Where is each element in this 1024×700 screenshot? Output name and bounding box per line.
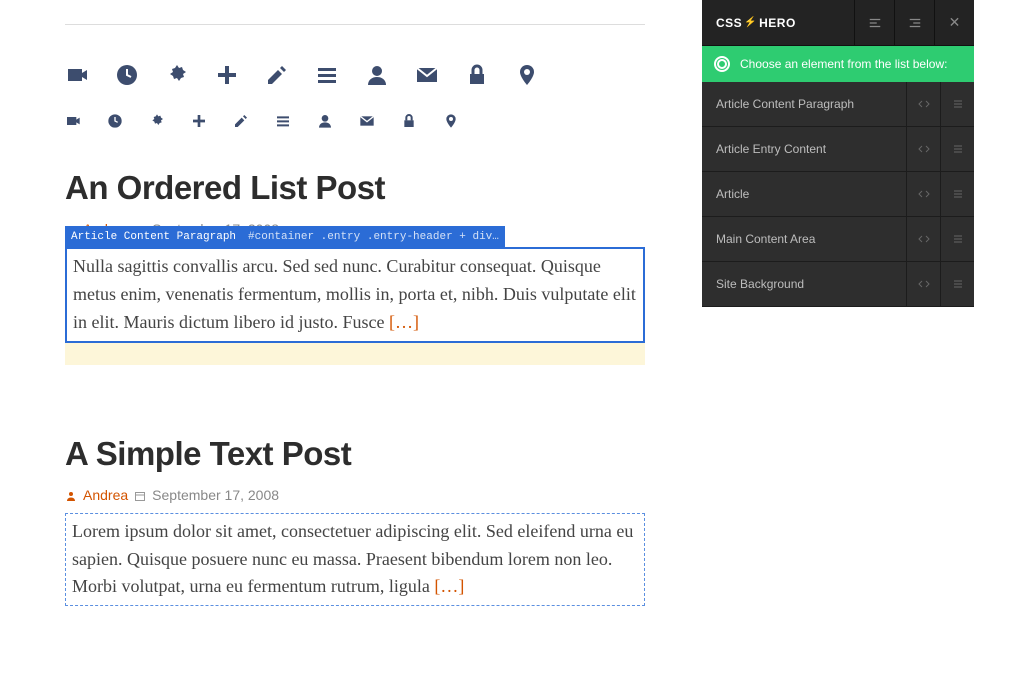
csshero-panel: CSS ⚡ HERO ✕ Choose an element from the … bbox=[702, 0, 974, 307]
edit-icon[interactable] bbox=[265, 63, 289, 87]
video-icon[interactable] bbox=[65, 63, 89, 87]
panel-item-article[interactable]: Article bbox=[702, 172, 974, 217]
banner-text: Choose an element from the list below: bbox=[740, 57, 947, 71]
code-button[interactable] bbox=[906, 127, 940, 171]
panel-item-label: Site Background bbox=[716, 277, 804, 291]
main-content-area: An Ordered List Post Andrea September 17… bbox=[65, 0, 645, 606]
edit-icon[interactable] bbox=[233, 113, 249, 129]
mail-icon[interactable] bbox=[415, 63, 439, 87]
post-date: September 17, 2008 bbox=[152, 487, 279, 503]
plus-icon[interactable] bbox=[215, 63, 239, 87]
article-second: A Simple Text Post Andrea September 17, … bbox=[65, 435, 645, 607]
list-button[interactable] bbox=[940, 217, 974, 261]
margin-highlight bbox=[65, 343, 645, 365]
tooltip-element-name: Article Content Paragraph bbox=[71, 229, 236, 246]
panel-item-article-entry-content[interactable]: Article Entry Content bbox=[702, 127, 974, 172]
mail-icon[interactable] bbox=[359, 113, 375, 129]
panel-banner: Choose an element from the list below: bbox=[702, 46, 974, 82]
post-title[interactable]: An Ordered List Post bbox=[65, 169, 645, 207]
code-button[interactable] bbox=[906, 217, 940, 261]
excerpt-text: Nulla sagittis convallis arcu. Sed sed n… bbox=[73, 256, 636, 332]
panel-item-label: Article Entry Content bbox=[716, 142, 826, 156]
clock-icon[interactable] bbox=[115, 63, 139, 87]
list-button[interactable] bbox=[940, 82, 974, 126]
code-button[interactable] bbox=[906, 262, 940, 306]
post-meta: Andrea September 17, 2008 bbox=[65, 487, 645, 503]
panel-logo: CSS ⚡ HERO bbox=[702, 16, 796, 30]
code-button[interactable] bbox=[906, 82, 940, 126]
calendar-icon bbox=[134, 489, 146, 501]
panel-item-label: Article bbox=[716, 187, 749, 201]
gear-icon[interactable] bbox=[165, 63, 189, 87]
plus-icon[interactable] bbox=[191, 113, 207, 129]
list-button[interactable] bbox=[940, 262, 974, 306]
lock-icon[interactable] bbox=[465, 63, 489, 87]
panel-header: CSS ⚡ HERO ✕ bbox=[702, 0, 974, 46]
panel-item-label: Main Content Area bbox=[716, 232, 815, 246]
more-link[interactable]: […] bbox=[389, 312, 419, 332]
panel-item-label: Article Content Paragraph bbox=[716, 97, 854, 111]
pin-icon[interactable] bbox=[443, 113, 459, 129]
lock-icon[interactable] bbox=[401, 113, 417, 129]
article-first: An Ordered List Post Andrea September 17… bbox=[65, 169, 645, 365]
selection-tooltip: Article Content Paragraph #container .en… bbox=[65, 226, 505, 249]
close-button[interactable]: ✕ bbox=[934, 0, 974, 45]
tooltip-selector-path: #container .entry .entry-header + div… bbox=[248, 229, 499, 246]
icon-row-small bbox=[65, 113, 645, 129]
logo-css: CSS bbox=[716, 16, 742, 30]
list-button[interactable] bbox=[940, 127, 974, 171]
list-button[interactable] bbox=[940, 172, 974, 216]
pin-icon[interactable] bbox=[515, 63, 539, 87]
panel-item-site-background[interactable]: Site Background bbox=[702, 262, 974, 307]
divider bbox=[65, 24, 645, 25]
bolt-icon: ⚡ bbox=[744, 17, 757, 28]
outdent-button[interactable] bbox=[854, 0, 894, 45]
panel-list: Article Content Paragraph Article Entry … bbox=[702, 82, 974, 307]
user-icon[interactable] bbox=[365, 63, 389, 87]
author-icon bbox=[65, 489, 77, 501]
user-icon[interactable] bbox=[317, 113, 333, 129]
logo-hero: HERO bbox=[759, 16, 796, 30]
panel-item-main-content-area[interactable]: Main Content Area bbox=[702, 217, 974, 262]
article-content-paragraph[interactable]: Lorem ipsum dolor sit amet, consectetuer… bbox=[65, 513, 645, 607]
gear-icon[interactable] bbox=[149, 113, 165, 129]
menu-icon[interactable] bbox=[275, 113, 291, 129]
more-link[interactable]: […] bbox=[434, 576, 464, 596]
video-icon[interactable] bbox=[65, 113, 81, 129]
panel-item-article-content-paragraph[interactable]: Article Content Paragraph bbox=[702, 82, 974, 127]
clock-icon[interactable] bbox=[107, 113, 123, 129]
target-icon bbox=[714, 56, 730, 72]
menu-icon[interactable] bbox=[315, 63, 339, 87]
indent-button[interactable] bbox=[894, 0, 934, 45]
icon-row-large bbox=[65, 63, 645, 87]
post-author[interactable]: Andrea bbox=[83, 487, 128, 503]
post-title[interactable]: A Simple Text Post bbox=[65, 435, 645, 473]
excerpt-text: Lorem ipsum dolor sit amet, consectetuer… bbox=[72, 521, 633, 597]
article-content-paragraph[interactable]: Article Content Paragraph #container .en… bbox=[65, 247, 645, 343]
code-button[interactable] bbox=[906, 172, 940, 216]
